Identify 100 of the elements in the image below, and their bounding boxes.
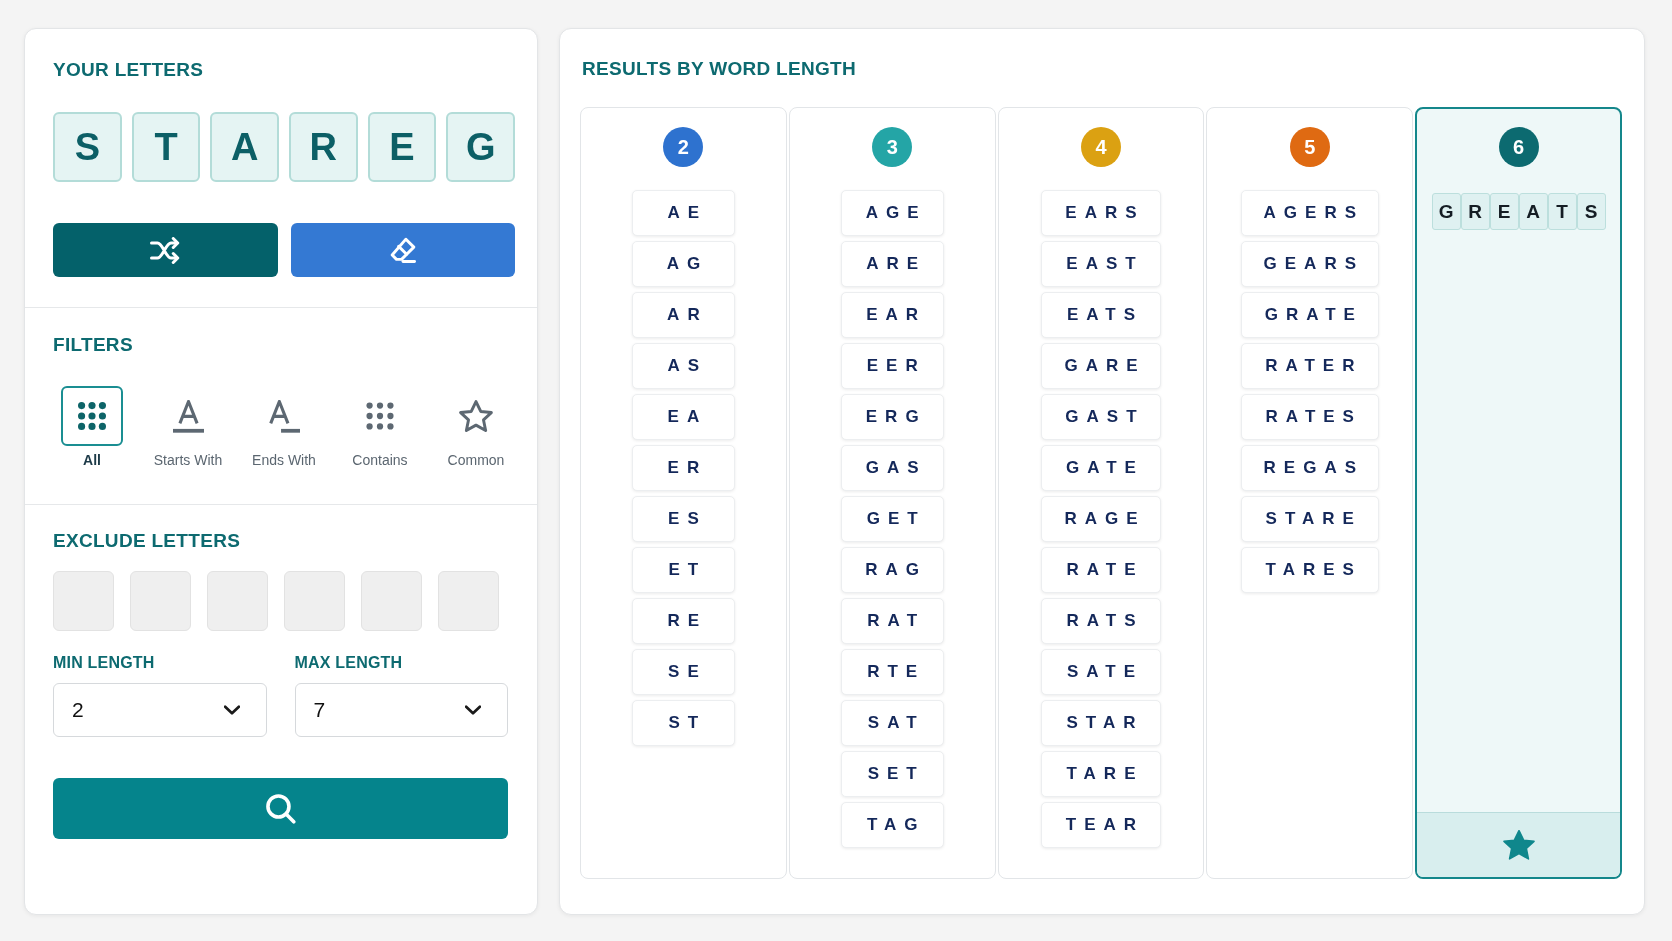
chevron-down-icon xyxy=(223,705,240,715)
word-item[interactable]: ER xyxy=(631,445,735,491)
letter-tile: A xyxy=(1518,193,1548,230)
word-item[interactable]: TARES xyxy=(1240,547,1379,593)
word-item[interactable]: RATE xyxy=(1041,547,1161,593)
word-item[interactable]: EAST xyxy=(1041,241,1161,287)
filter-tab[interactable]: Contains xyxy=(332,386,428,468)
word-item[interactable]: RAT xyxy=(840,598,944,644)
filter-tab[interactable]: Starts With xyxy=(140,386,236,468)
exclude-letter-field[interactable] xyxy=(53,571,114,631)
word-item[interactable]: EA xyxy=(631,394,735,440)
word-item[interactable]: AGE xyxy=(840,190,944,236)
exclude-letter-field[interactable] xyxy=(284,571,345,631)
dot-grid-icon xyxy=(78,402,106,430)
letter-tile[interactable]: S xyxy=(53,112,122,182)
letter-tile: S xyxy=(1576,193,1606,230)
word-item[interactable]: RTE xyxy=(840,649,944,695)
word-item[interactable]: ST xyxy=(631,700,735,746)
result-column[interactable]: 2 AE AG AR AS EA ER ES ET RE SE ST xyxy=(580,107,787,879)
letter-tile[interactable]: E xyxy=(367,112,437,182)
result-column[interactable]: 5 AGERS GEARS GRATE RATER RATES REGAS STARE TARES xyxy=(1206,107,1414,879)
length-badge: 5 xyxy=(1289,127,1330,167)
word-item[interactable]: EATS xyxy=(1041,292,1161,338)
max-length-select[interactable]: 7 xyxy=(294,683,508,737)
word-item[interactable]: REGAS xyxy=(1240,445,1379,491)
word-item[interactable]: RE xyxy=(631,598,735,644)
shuffle-button[interactable] xyxy=(53,223,278,277)
letter-tile: R xyxy=(1460,193,1490,230)
word-item[interactable]: AR xyxy=(631,292,735,338)
star-icon xyxy=(459,400,493,432)
clear-button[interactable] xyxy=(290,223,515,277)
word-item[interactable]: TARE xyxy=(1041,751,1161,797)
word-item[interactable]: RAGE xyxy=(1041,496,1161,542)
letter-tile[interactable]: R xyxy=(289,112,358,182)
result-column[interactable]: 4 EARS EAST EATS GARE GAST GATE RAGE RATE RATS SATE STAR TARE TEAR xyxy=(997,107,1205,879)
word-item[interactable]: SE xyxy=(631,649,735,695)
search-button[interactable] xyxy=(53,778,508,839)
letter-underline-icon xyxy=(268,399,300,433)
letter-tile[interactable]: A xyxy=(210,112,279,182)
exclude-letter-field[interactable] xyxy=(207,571,268,631)
word-item[interactable]: GAST xyxy=(1041,394,1161,440)
result-column[interactable]: 6 G R E A T S xyxy=(1415,107,1622,879)
word-item[interactable]: AS xyxy=(631,343,735,389)
result-column[interactable]: 3 AGE ARE EAR EER ERG GAS GET RAG RAT RTE SAT SET TAG xyxy=(788,107,996,879)
letter-tile: G xyxy=(1431,193,1461,230)
word-item[interactable]: GAS xyxy=(840,445,944,491)
section-heading: EXCLUDE LETTERS xyxy=(53,530,241,552)
word-item[interactable]: ARE xyxy=(840,241,944,287)
section-heading: RESULTS BY WORD LENGTH xyxy=(582,58,856,80)
field-label: MIN LENGTH xyxy=(53,654,155,672)
letter-tile: E xyxy=(1489,193,1519,230)
word-item[interactable]: GARE xyxy=(1041,343,1161,389)
section-heading: FILTERS xyxy=(53,334,133,356)
filter-tab[interactable]: Ends With xyxy=(236,386,332,468)
word-item[interactable]: GATE xyxy=(1041,445,1161,491)
word-item[interactable]: GEARS xyxy=(1240,241,1379,287)
word-item[interactable]: AE xyxy=(631,190,735,236)
word-item[interactable]: GET xyxy=(840,496,944,542)
word-item[interactable]: RATER xyxy=(1240,343,1379,389)
word-item[interactable]: AGERS xyxy=(1240,190,1379,236)
chevron-down-icon xyxy=(465,705,481,715)
exclude-letter-field[interactable] xyxy=(438,571,499,631)
word-item[interactable]: ES xyxy=(631,496,735,542)
letter-tile[interactable]: T xyxy=(131,112,201,182)
filter-tab[interactable]: Common xyxy=(428,386,524,468)
filter-tab[interactable]: All xyxy=(44,386,140,468)
section-heading: YOUR LETTERS xyxy=(53,59,204,81)
exclude-letter-field[interactable] xyxy=(130,571,191,631)
word-item[interactable]: STAR xyxy=(1041,700,1161,746)
letter-tile: T xyxy=(1547,193,1577,230)
length-badge: 3 xyxy=(872,127,913,167)
eraser-icon xyxy=(389,237,416,263)
word-item[interactable]: EAR xyxy=(840,292,944,338)
length-badge: 4 xyxy=(1081,127,1121,167)
shuffle-icon xyxy=(150,236,181,264)
word-item[interactable]: RATES xyxy=(1240,394,1379,440)
word-item[interactable]: AG xyxy=(631,241,735,287)
word-item[interactable]: SAT xyxy=(840,700,944,746)
min-length-select[interactable]: 2 xyxy=(53,683,267,737)
letter-tile[interactable]: G xyxy=(446,112,515,182)
field-label: MAX LENGTH xyxy=(294,654,403,672)
word-item[interactable]: SATE xyxy=(1041,649,1161,695)
word-item[interactable]: STARE xyxy=(1240,496,1379,542)
word-item[interactable]: ERG xyxy=(840,394,944,440)
length-badge: 6 xyxy=(1498,127,1539,167)
length-badge: 2 xyxy=(663,127,704,167)
word-item[interactable]: RATS xyxy=(1041,598,1161,644)
search-icon xyxy=(265,793,296,824)
dot-grid-icon xyxy=(366,402,394,430)
word-item[interactable]: SET xyxy=(840,751,944,797)
exclude-letter-field[interactable] xyxy=(361,571,422,631)
word-item[interactable]: GRATE xyxy=(1240,292,1379,338)
word-item[interactable]: TAG xyxy=(840,802,944,848)
word-item[interactable]: EARS xyxy=(1041,190,1161,236)
word-item[interactable]: RAG xyxy=(840,547,944,593)
star-icon[interactable] xyxy=(1502,830,1535,860)
word-item[interactable]: TEAR xyxy=(1041,802,1161,848)
word-item[interactable]: ET xyxy=(631,547,735,593)
letter-underline-icon xyxy=(172,399,204,433)
word-item[interactable]: EER xyxy=(840,343,944,389)
